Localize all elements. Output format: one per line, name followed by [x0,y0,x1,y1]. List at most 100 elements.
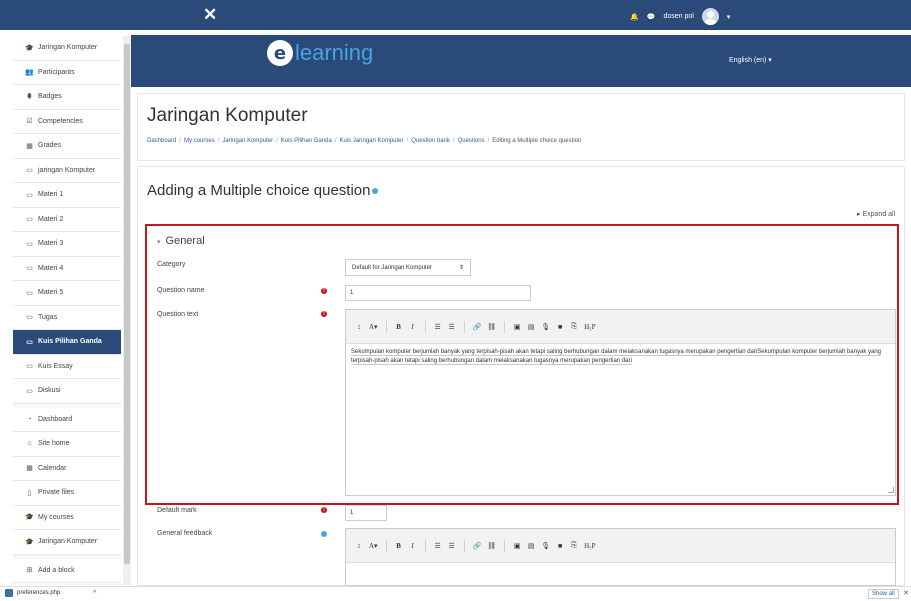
language-menu[interactable]: English (en) ▾ [729,56,772,64]
sidebar-scrollbar[interactable] [123,36,131,585]
toolbar-button[interactable]: ▤ [525,320,537,334]
sidebar-item[interactable]: ▭ Kuis Pilihan Ganda [13,330,121,355]
expand-all-label: Expand all [862,211,896,218]
graduation-cap-icon: 🎓 [25,538,34,546]
editor-toolbar: ↕ A▾ B I ☰ ☰ 🔗 ⛓ ▣ ▤ 🎙 ■ ⎘ H₅P [346,310,895,344]
toolbar-button[interactable]: ▤ [525,539,537,553]
category-select[interactable]: Default for Jaringan Komputer ⇕ [345,259,471,276]
expand-all-link[interactable]: ▸ Expand all [857,210,895,218]
toolbar-button[interactable]: 🎙 [539,539,552,553]
graduation-cap-icon: 🎓 [25,514,34,522]
general-section-title: General [165,235,205,247]
toolbar-button[interactable]: I [407,539,419,553]
question-text-value: Sekumpulan komputer berjumlah banyak yan… [351,349,881,365]
close-icon[interactable]: ✕ [903,589,909,597]
toolbar-button[interactable]: ⛓ [485,320,498,334]
sidebar-item[interactable]: ▭ Diskusi [13,379,121,404]
toolbar-button[interactable]: 🔗 [471,320,484,334]
folder-icon: ▭ [26,216,33,224]
sidebar-item[interactable]: ▭ Materi 2 [13,207,121,232]
download-item[interactable]: preferences.php [5,589,60,597]
question-text-editor[interactable]: ↕ A▾ B I ☰ ☰ 🔗 ⛓ ▣ ▤ 🎙 ■ ⎘ H₅P Sekumpulan komputer be… [345,309,896,496]
sidebar-item[interactable]: ▯ Private files [13,481,121,506]
toolbar-button[interactable]: ☰ [432,320,444,334]
toolbar-button[interactable]: ⎘ [568,320,580,334]
sidebar-item[interactable]: ▭ Materi 5 [13,281,121,306]
sidebar-item[interactable]: ▭ Kuis Essay [13,354,121,379]
sidebar-item[interactable]: ▦ Grades [13,134,121,159]
general-feedback-editor[interactable]: ↕ A▾ B I ☰ ☰ 🔗 ⛓ ▣ ▤ 🎙 ■ ⎘ H₅P [345,528,896,586]
toolbar-button[interactable]: ▣ [511,539,523,553]
sidebar-item[interactable]: ⌂ Site home [13,432,121,457]
toolbar-button[interactable]: ▣ [511,320,523,334]
user-name[interactable]: dosen pol [663,13,693,20]
bell-icon[interactable]: 🔔 [630,13,639,21]
close-icon[interactable]: ✕ [203,6,217,23]
top-navbar: ✕ 🔔 💬 dosen pol ▾ [0,0,911,30]
sidebar-item[interactable]: ▭ Materi 1 [13,183,121,208]
chevron-up-icon[interactable]: ^ [93,590,96,597]
help-icon[interactable] [372,188,379,195]
breadcrumb-item[interactable]: My courses [184,138,215,144]
breadcrumb-separator: / [276,138,278,144]
sidebar-item[interactable]: 🎓 Jaringan Komputer [13,530,121,555]
toolbar-button[interactable]: H₅P [582,320,597,334]
resize-grip[interactable] [888,487,894,493]
toolbar-button[interactable]: ☰ [446,320,458,334]
table-icon: ▦ [26,142,33,150]
toolbar-button[interactable]: ↕ [353,539,365,553]
toolbar-button[interactable]: B [393,320,405,334]
site-logo[interactable]: e learning [267,40,373,66]
breadcrumb-separator: / [406,138,409,144]
toolbar-button[interactable]: H₅P [582,539,597,553]
scrollbar-thumb[interactable] [124,44,130,564]
general-section-toggle[interactable]: ▾ General [157,235,205,247]
breadcrumb-item[interactable]: Question bank [411,138,450,144]
sidebar-item[interactable]: ▭ Tugas [13,305,121,330]
sidebar-item[interactable]: 🎓 My courses [13,505,121,530]
breadcrumb-item[interactable]: Kuis Jaringan Komputer [339,138,403,144]
toolbar-button[interactable]: 🎙 [539,320,552,334]
question-text-content[interactable]: Sekumpulan komputer berjumlah banyak yan… [346,344,895,370]
breadcrumb-item[interactable]: Dashboard [147,138,176,144]
sidebar-item-label: Calendar [38,464,67,472]
toolbar-button[interactable]: A▾ [367,539,380,553]
sidebar-item-label: Competencies [38,117,83,125]
sidebar-item-label: Materi 2 [38,215,64,223]
toolbar-button[interactable]: ⎘ [568,539,580,553]
sidebar-item[interactable]: ▭ Materi 4 [13,256,121,281]
toolbar-button[interactable]: I [407,320,419,334]
help-icon[interactable] [321,531,327,537]
page-title: Jaringan Komputer [147,105,308,126]
toolbar-button[interactable]: 🔗 [471,539,484,553]
breadcrumb-item[interactable]: Questions [458,138,485,144]
breadcrumb-item[interactable]: Jaringan Komputer [222,138,273,144]
sidebar-item[interactable]: ▦ Calendar [13,456,121,481]
toolbar-button[interactable]: A▾ [367,320,380,334]
logo-word: learning [295,40,374,65]
sidebar-item[interactable]: ⊞ Add a block [13,558,121,583]
toolbar-button[interactable]: ■ [554,539,566,553]
show-all-button[interactable]: Show all [868,589,899,599]
toolbar-button[interactable]: ☰ [432,539,444,553]
breadcrumb-item[interactable]: Kuis Pilihan Ganda [281,138,332,144]
question-name-input[interactable]: 1 [345,285,531,301]
folder-icon: ▭ [26,265,33,273]
toolbar-button[interactable]: ☰ [446,539,458,553]
toolbar-button[interactable]: B [393,539,405,553]
toolbar-button[interactable]: ■ [554,320,566,334]
sidebar-item[interactable]: 👥 Participants [13,60,121,85]
default-mark-input[interactable]: 1 [345,505,387,521]
sidebar-item-label: Add a block [38,566,75,574]
sidebar-item[interactable]: 🎓 Jaringan Komputer [13,36,121,61]
sidebar-item[interactable]: ▭ jaringan Komputer [13,158,121,183]
sidebar-item[interactable]: ◔ Dashboard [13,407,121,432]
toolbar-button[interactable]: ⛓ [485,539,498,553]
chat-icon[interactable]: 💬 [647,13,656,21]
sidebar-item[interactable]: ☑ Competencies [13,109,121,134]
avatar[interactable] [701,8,719,25]
sidebar-item[interactable]: ⬮ Badges [13,85,121,110]
chevron-down-icon[interactable]: ▾ [727,13,731,21]
sidebar-item[interactable]: ▭ Materi 3 [13,232,121,257]
toolbar-button[interactable]: ↕ [353,320,365,334]
